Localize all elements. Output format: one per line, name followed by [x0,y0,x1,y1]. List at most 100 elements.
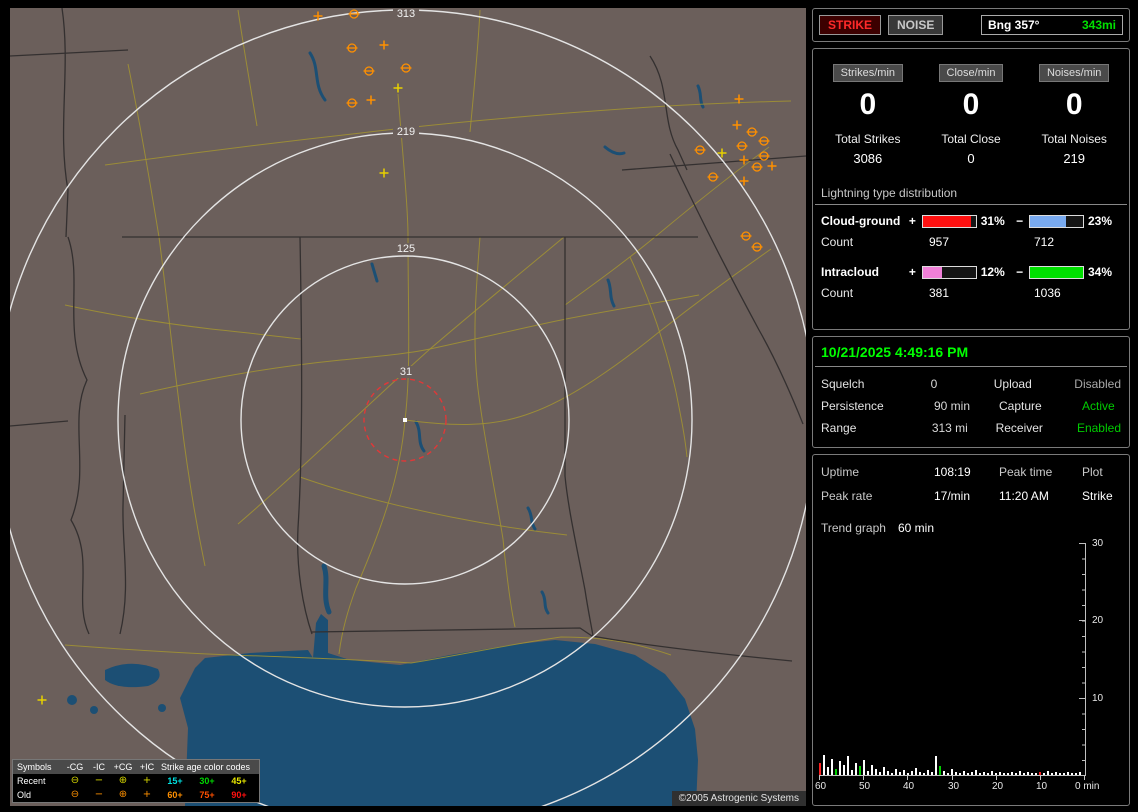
plus-sign: + [908,265,916,279]
count-label: Count [821,235,854,249]
upload-value: Disabled [1074,377,1121,391]
pic-recent-icon: + [142,775,152,786]
x-tick-40: 40 [903,781,915,792]
trend-bar [935,756,937,775]
ic-negative-count: 1036 [1034,286,1061,300]
trend-box: Uptime 108:19 Peak time Plot Peak rate 1… [812,454,1130,806]
side-panel: STRIKE NOISE Bng 357° 343mi Strikes/min … [812,8,1130,812]
ic-negative-pct: 34% [1087,265,1112,279]
ncg-strike-symbol [736,141,748,151]
count-label: Count [821,286,854,300]
x-tick-50: 50 [859,781,871,792]
ic-positive-bar [922,265,977,279]
legend-symbols-header: Symbols [17,762,52,772]
close-per-min-value: 0 [962,88,980,121]
close-per-min-header: Close/min [938,64,1004,82]
cg-negative-pct: 23% [1087,214,1112,228]
age-code-75: 75+ [199,790,215,800]
y-tick-30: 30 [1092,538,1104,549]
peak-rate-label: Peak rate [821,489,873,503]
range-label: Range [821,421,857,435]
ncg-strike-symbol [751,242,763,252]
map-legend: Symbols -CG -IC +CG +IC Strike age color… [12,759,260,803]
datetime-display: 10/21/2025 4:49:16 PM [821,344,969,360]
trend-bars [819,543,1085,775]
status-box: 10/21/2025 4:49:16 PM Squelch 0 Upload D… [812,336,1130,448]
legend-age-title: Strike age color codes [161,762,251,772]
pic-strike-symbol [37,695,47,705]
total-close-label: Total Close [941,132,1001,146]
strike-symbol-layer [37,9,777,705]
noises-per-min-value: 0 [1065,88,1083,121]
trend-bar [819,763,821,775]
ring-label-31: 31 [393,366,419,378]
ncg-strike-symbol [400,63,412,73]
ncg-strike-symbol [346,98,358,108]
uptime-value: 108:19 [934,465,971,479]
trend-bar [823,755,825,775]
range-setting-value: 313 mi [931,421,968,435]
receiver-value: Enabled [1076,421,1121,435]
legend-recent-label: Recent [17,776,46,786]
squelch-value: 0 [930,377,938,391]
ic-positive-count: 381 [929,286,950,300]
trend-bar [859,766,861,775]
state-borders [10,8,806,662]
ic-count-row: Count 381 1036 [821,286,1121,300]
receiver-label: Receiver [995,421,1043,435]
strike-mode-button[interactable]: STRIKE [819,15,882,35]
age-code-90: 90+ [231,790,247,800]
trend-bar [843,765,845,775]
pic-strike-symbol [366,95,376,105]
ncg-recent-icon: ⊖ [70,775,80,786]
minus-sign: − [1016,265,1024,279]
y-axis [1085,543,1086,776]
peak-rate-value: 17/min [934,489,971,503]
highway-lines [64,9,792,664]
receiver-location-marker [403,418,407,422]
ncg-strike-symbol [740,231,752,241]
upload-label: Upload [993,377,1032,391]
pic-strike-symbol [393,83,403,93]
legend-col-ncg: -CG [66,762,84,772]
ncg-strike-symbol [694,145,706,155]
legend-old-label: Old [17,790,32,800]
strikes-per-min-value: 0 [859,88,877,121]
plus-sign: + [908,214,916,228]
range-value: 343mi [1081,18,1116,32]
cg-count-row: Count 957 712 [821,235,1121,249]
persistence-value: 90 min [934,399,971,413]
x-tick-10: 10 [1036,781,1048,792]
copyright-text: ©2005 Astrogenic Systems [671,791,806,806]
map-canvas[interactable]: 313 219 125 31 Symbols -CG -IC +CG +IC S… [10,8,806,806]
ncg-strike-symbol [346,43,358,53]
ring-label-313: 313 [393,8,419,20]
total-close-value: 0 [967,151,975,166]
rivers-lakes [308,51,705,615]
lake-pontchartrain-water [105,663,160,688]
noise-mode-button[interactable]: NOISE [888,15,944,35]
trend-bar [915,768,917,775]
divider [815,204,1127,205]
ncg-strike-symbol [707,172,719,182]
trend-bar [863,760,865,775]
pic-strike-symbol [732,120,742,130]
trend-bar [939,766,941,775]
nic-recent-icon: − [94,775,104,786]
trend-bar [847,756,849,775]
age-code-45: 45+ [231,776,247,786]
y-tick-10: 10 [1092,693,1104,704]
age-code-30: 30+ [199,776,215,786]
plot-value: Strike [1082,489,1113,503]
cg-positive-count: 957 [929,235,950,249]
trend-bar [871,765,873,775]
peak-time-value: 11:20 AM [999,489,1049,503]
legend-col-pic: +IC [139,762,155,772]
trend-graph-label: Trend graph [821,521,886,535]
plot-label: Plot [1082,465,1103,479]
nic-old-icon: − [94,789,104,800]
pic-strike-symbol [379,168,389,178]
trend-graph: 30 20 10 60 50 40 30 20 10 0 min [813,538,1129,805]
cg-negative-bar [1029,214,1084,228]
x-tick-0: 0 min [1075,781,1100,792]
